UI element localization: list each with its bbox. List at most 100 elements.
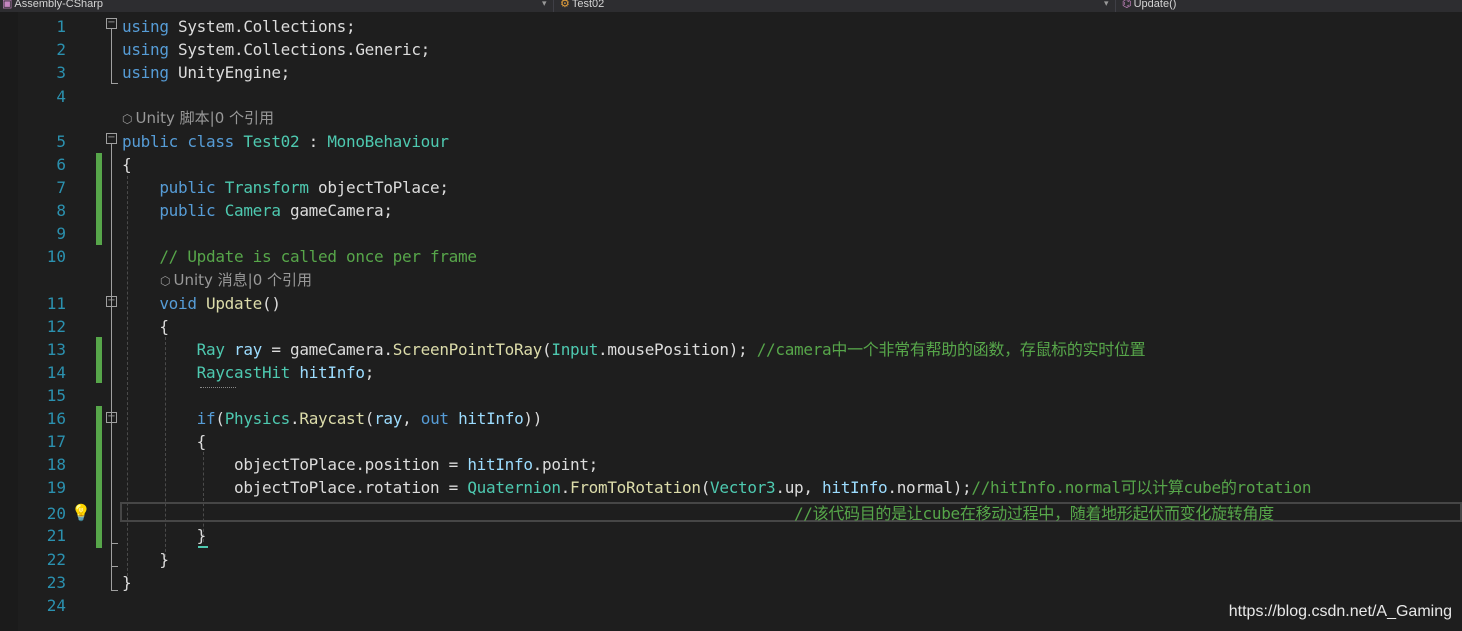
code-token: .mousePosition); <box>598 340 757 359</box>
line-number: 13 <box>46 340 66 359</box>
code-editor[interactable]: − − − − 1 using System.Collections; 2 using… <box>0 12 1462 631</box>
chevron-down-icon[interactable]: ▾ <box>542 0 547 12</box>
code-token: System.Collections.Generic; <box>168 40 430 59</box>
code-token: { <box>122 317 169 336</box>
code-line[interactable]: public class Test02 : MonoBehaviour <box>122 130 449 153</box>
code-line[interactable]: public Transform objectToPlace; <box>122 176 449 199</box>
code-token: using <box>122 63 169 82</box>
code-token: Raycast <box>299 409 365 428</box>
class-dropdown-label: Test02 <box>571 0 605 10</box>
collapse-toggle[interactable]: − <box>106 18 117 29</box>
code-line[interactable]: objectToPlace.position = hitInfo.point; <box>122 453 598 476</box>
code-token: gameCamera; <box>280 201 393 220</box>
code-token: = gameCamera. <box>262 340 393 359</box>
code-line[interactable]: } <box>122 524 207 547</box>
chevron-down-icon[interactable]: ▾ <box>1104 0 1109 12</box>
line-number: 19 <box>46 478 66 497</box>
line-number: 8 <box>56 201 66 220</box>
line-number: 12 <box>46 317 66 336</box>
code-line[interactable]: using System.Collections; <box>122 15 356 38</box>
line-number: 2 <box>56 40 66 59</box>
code-token: ( <box>215 409 225 428</box>
code-token: FromToRotation <box>570 478 701 497</box>
line-number: 14 <box>46 363 66 382</box>
code-line[interactable]: { <box>122 430 207 453</box>
code-token: ray <box>234 340 263 359</box>
code-token: hitInfo <box>299 363 365 382</box>
code-token: ( <box>542 340 552 359</box>
code-token: Transform <box>224 178 309 197</box>
code-token: ray <box>374 409 403 428</box>
code-line[interactable]: objectToPlace.rotation = Quaternion.From… <box>122 476 1312 499</box>
line-number: 7 <box>56 178 66 197</box>
project-dropdown[interactable]: ▣ Assembly-CSharp <box>2 0 542 12</box>
code-token: } <box>122 573 132 592</box>
line-number: 20 <box>46 504 66 523</box>
unity-cube-icon: ⬡ <box>160 274 171 288</box>
change-marker <box>96 406 102 548</box>
divider <box>553 0 554 12</box>
class-dropdown[interactable]: ⚙ Test02 <box>560 0 1100 12</box>
code-line[interactable]: Ray ray = gameCamera.ScreenPointToRay(In… <box>122 338 1146 361</box>
code-line[interactable]: // Update is called once per frame <box>122 245 477 268</box>
unity-cube-icon: ⬡ <box>122 112 133 126</box>
code-line[interactable]: public Camera gameCamera; <box>122 199 393 222</box>
code-token: hitInfo <box>458 409 524 428</box>
code-line[interactable]: void Update() <box>122 292 281 315</box>
line-number: 5 <box>56 132 66 151</box>
line-number: 24 <box>46 596 66 615</box>
code-token: .point; <box>532 455 599 474</box>
code-line[interactable]: //该代码目的是让cube在移动过程中，随着地形起伏而变化旋转角度 <box>122 502 1274 525</box>
outline-line <box>111 29 112 83</box>
lightbulb-icon[interactable]: 💡 <box>71 503 91 523</box>
collapse-toggle[interactable]: − <box>106 412 117 423</box>
line-number: 22 <box>46 550 66 569</box>
code-token: Ray <box>196 340 225 359</box>
code-line[interactable]: { <box>122 153 132 176</box>
code-line[interactable]: { <box>122 315 169 338</box>
code-token: : <box>299 132 328 151</box>
code-line[interactable]: } <box>122 548 169 571</box>
divider <box>1115 0 1116 12</box>
code-token: . <box>290 409 300 428</box>
outline-end <box>111 83 118 84</box>
code-token: Test02 <box>243 132 300 151</box>
code-token: out <box>420 409 459 428</box>
member-dropdown[interactable]: ⌬ Update() <box>1122 0 1452 12</box>
codelens-hint[interactable]: ⬡ Unity 消息|0 个引用 <box>160 269 312 292</box>
code-line[interactable]: using UnityEngine; <box>122 61 290 84</box>
code-token: ( <box>364 409 375 428</box>
line-number: 21 <box>46 526 66 545</box>
outline-end <box>111 566 118 567</box>
line-number: 3 <box>56 63 66 82</box>
collapse-toggle[interactable]: − <box>106 133 117 144</box>
outline-end <box>111 543 118 544</box>
code-token: // Update is called once per frame <box>159 247 477 266</box>
code-token: ScreenPointToRay <box>392 340 543 359</box>
code-token: )) <box>523 409 543 428</box>
class-icon: ⚙ <box>560 0 570 10</box>
code-token: .normal); <box>887 478 972 497</box>
line-number: 15 <box>46 386 66 405</box>
line-number: 1 <box>56 17 66 36</box>
code-token: objectToPlace.position = <box>122 455 468 474</box>
line-number: 23 <box>46 573 66 592</box>
code-token: using <box>122 40 169 59</box>
code-token: void <box>159 294 207 313</box>
codelens-hint[interactable]: ⬡ Unity 脚本|0 个引用 <box>122 107 274 130</box>
code-line[interactable]: if(Physics.Raycast(ray, out hitInfo)) <box>122 407 543 430</box>
code-line[interactable]: RaycastHit hitInfo; <box>122 361 375 384</box>
code-token: public <box>159 201 225 220</box>
code-line[interactable]: using System.Collections.Generic; <box>122 38 430 61</box>
change-marker <box>96 153 102 245</box>
collapse-toggle[interactable]: − <box>106 296 117 307</box>
code-line[interactable]: } <box>122 571 132 594</box>
code-token: Physics <box>224 409 291 428</box>
